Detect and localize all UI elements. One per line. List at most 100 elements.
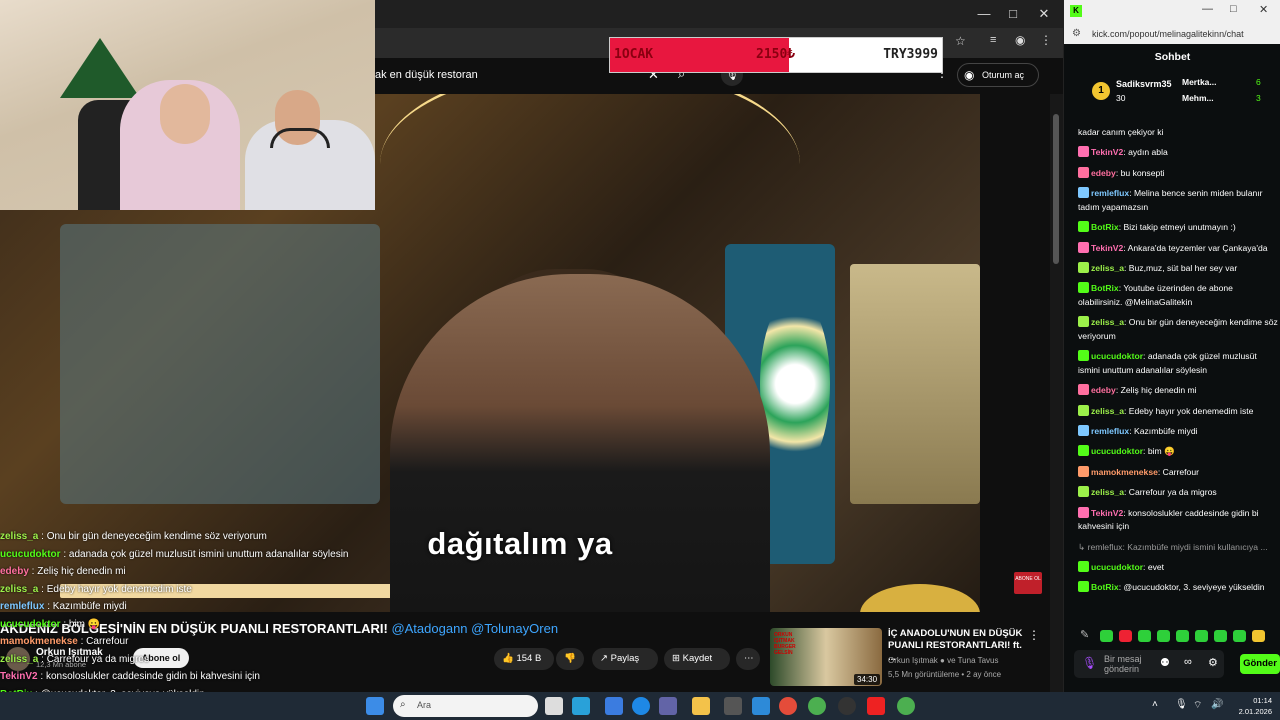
emote-icon[interactable] bbox=[1157, 630, 1170, 642]
signin-label: Oturum aç bbox=[982, 70, 1025, 80]
start-icon[interactable] bbox=[366, 697, 384, 715]
recommended-video[interactable]: ORKUN IŞITMAK BURGER GELSİN 34:30 İÇ ANA… bbox=[770, 628, 1040, 688]
emote-icon[interactable] bbox=[1233, 630, 1246, 642]
share-button[interactable]: ↗ Paylaş bbox=[592, 648, 658, 670]
emote-icon[interactable] bbox=[1176, 630, 1189, 642]
chat-username[interactable]: ucucudoktor bbox=[1091, 562, 1143, 572]
wifi-icon[interactable]: ⌔ bbox=[1193, 699, 1202, 712]
more-actions-button[interactable]: ⋯ bbox=[736, 648, 760, 670]
chat-text: kadar canım çekiyor ki bbox=[1078, 127, 1164, 137]
chat-username[interactable]: TekinV2 bbox=[1091, 243, 1123, 253]
chat-username[interactable]: remleflux bbox=[1091, 188, 1129, 198]
edge-icon[interactable] bbox=[632, 697, 650, 715]
settings-icon[interactable]: ⚙ bbox=[1208, 656, 1218, 669]
overlay-chat-line: TekinV2 : konsoloslukler caddesinde gidi… bbox=[0, 668, 400, 686]
site-info-icon[interactable]: ⚙ bbox=[1072, 28, 1081, 39]
bookmark-icon[interactable]: ☆ bbox=[955, 34, 966, 48]
top-gifter-count: 30 bbox=[1116, 93, 1126, 103]
chat-username[interactable]: remleflux bbox=[1091, 426, 1129, 436]
user-badge-icon bbox=[1078, 146, 1089, 158]
search-input[interactable]: ak en düşük restoran bbox=[375, 69, 478, 81]
chrome-icon[interactable] bbox=[779, 697, 797, 715]
kick-maximize-icon[interactable]: □ bbox=[1230, 3, 1237, 15]
maximize-icon[interactable]: □ bbox=[1002, 4, 1024, 24]
youtube-icon[interactable] bbox=[867, 697, 885, 715]
voice-icon[interactable]: 🎙 bbox=[1082, 656, 1097, 670]
app-icon[interactable] bbox=[752, 697, 770, 715]
chat-username[interactable]: zeliss_a bbox=[1091, 487, 1124, 497]
send-button[interactable]: Gönder bbox=[1240, 654, 1280, 674]
user-badge-icon bbox=[1078, 581, 1089, 593]
taskbar-search[interactable]: ⌕ Ara bbox=[393, 695, 538, 717]
save-button[interactable]: ⊞ Kaydet bbox=[664, 648, 730, 670]
chat-username[interactable]: TekinV2 bbox=[1091, 147, 1123, 157]
recommended-more-icon[interactable]: ⋮ bbox=[1028, 628, 1040, 642]
menu-icon[interactable]: ⋮ bbox=[1040, 33, 1052, 47]
scrollbar-thumb[interactable] bbox=[1053, 114, 1059, 264]
chat-message: TekinV2: Ankara'da teyzemler var Çankaya… bbox=[1078, 241, 1278, 256]
chat-username[interactable]: ucucudoktor bbox=[1091, 446, 1143, 456]
emote-icon[interactable] bbox=[1252, 630, 1265, 642]
media-icon[interactable]: ≡ bbox=[990, 34, 996, 46]
profile-icon[interactable]: ◉ bbox=[1015, 33, 1025, 47]
chat-text: : Carrefour bbox=[1157, 466, 1199, 477]
kick-url[interactable]: kick.com/popout/melinagalitekinn/chat bbox=[1064, 24, 1280, 44]
clock[interactable]: 01:14 2.01.2026 bbox=[1232, 695, 1272, 717]
pin-icon[interactable]: ✎ bbox=[1080, 628, 1089, 641]
obs-icon[interactable] bbox=[838, 697, 856, 715]
chat-username[interactable]: zeliss_a bbox=[1091, 263, 1124, 273]
chat-text: : bim 😛 bbox=[1143, 446, 1175, 457]
chat-username[interactable]: TekinV2 bbox=[1091, 508, 1123, 518]
chat-message: TekinV2: aydın abla bbox=[1078, 146, 1278, 160]
mic-tray-icon[interactable]: 🎙 bbox=[1175, 699, 1188, 710]
teams-icon[interactable] bbox=[659, 697, 677, 715]
chat-username[interactable]: zeliss_a bbox=[1091, 317, 1124, 327]
minimize-icon[interactable]: — bbox=[973, 4, 995, 24]
chrome-profile-icon[interactable] bbox=[808, 697, 826, 715]
tray-chevron-icon[interactable]: ˄ bbox=[1152, 699, 1158, 710]
overlay-chat-line: ucucudoktor : adanada çok güzel muzlusüt… bbox=[0, 546, 400, 564]
subscribe-watermark[interactable]: ABONE OL bbox=[1014, 572, 1042, 594]
chrome-icon-2[interactable] bbox=[897, 697, 915, 715]
kick-minimize-icon[interactable]: — bbox=[1202, 3, 1213, 15]
emote-icon[interactable] bbox=[1195, 630, 1208, 642]
dislike-button[interactable]: 👎 bbox=[556, 648, 584, 670]
signin-button[interactable]: ◉ Oturum aç bbox=[957, 63, 1039, 87]
chat-input[interactable]: 🎙 Bir mesaj gönderin ⚉ ∞ ⚙ bbox=[1074, 650, 1224, 678]
chat-username[interactable]: zeliss_a bbox=[1091, 406, 1124, 416]
chat-username[interactable]: mamokmenekse bbox=[1091, 467, 1158, 477]
emote-icon[interactable] bbox=[1138, 630, 1151, 642]
chat-message: TekinV2: konsoloslukler caddesinde gidin… bbox=[1078, 506, 1278, 534]
page-scrollbar[interactable] bbox=[1050, 94, 1063, 692]
gifter3-name[interactable]: Mehm... bbox=[1182, 93, 1214, 103]
ticker-month: 1OCAK bbox=[614, 47, 654, 62]
top-gifter-name[interactable]: Sadiksvrm35 bbox=[1116, 79, 1172, 89]
chat-username[interactable]: ucucudoktor bbox=[1091, 351, 1143, 361]
emote-icon[interactable] bbox=[1100, 630, 1113, 642]
users-icon[interactable]: ⚉ bbox=[1160, 656, 1170, 669]
taskview-icon[interactable] bbox=[545, 697, 563, 715]
widgets-icon[interactable] bbox=[572, 697, 590, 715]
volume-icon[interactable]: 🔊 bbox=[1211, 699, 1223, 710]
chat-username[interactable]: BotRix bbox=[1091, 582, 1119, 592]
emote-icon[interactable] bbox=[1214, 630, 1227, 642]
chat-username[interactable]: edeby bbox=[1091, 168, 1116, 178]
ok-icon[interactable]: ∞ bbox=[1184, 656, 1192, 668]
kick-close-icon[interactable]: ✕ bbox=[1259, 3, 1268, 16]
gifter2-name[interactable]: Mertka... bbox=[1182, 77, 1217, 87]
chat-text: : @ucucudoktor, 3. seviyeye yükseldin bbox=[1118, 582, 1265, 593]
video-title-tags[interactable]: @Atadogann @TolunayOren bbox=[391, 621, 558, 636]
chat-username[interactable]: edeby bbox=[1091, 385, 1116, 395]
store-icon[interactable] bbox=[724, 697, 742, 715]
chat-username[interactable]: BotRix bbox=[1091, 283, 1119, 293]
chat-message: ucucudoktor: bim 😛 bbox=[1078, 445, 1278, 459]
share-icon: ↗ bbox=[600, 653, 608, 664]
emote-icon[interactable] bbox=[1119, 630, 1132, 642]
recommended-channel[interactable]: Orkun Işıtmak ● ve Tuna Tavus bbox=[888, 656, 999, 665]
overlay-chat-line: zeliss_a : Onu bir gün deneyeceğim kendi… bbox=[0, 528, 400, 546]
chat-username[interactable]: BotRix bbox=[1091, 222, 1119, 232]
explorer-icon[interactable] bbox=[692, 697, 710, 715]
close-icon[interactable]: ✕ bbox=[1033, 4, 1055, 24]
copilot-icon[interactable] bbox=[605, 697, 623, 715]
like-button[interactable]: 👍 154 B bbox=[494, 648, 554, 670]
